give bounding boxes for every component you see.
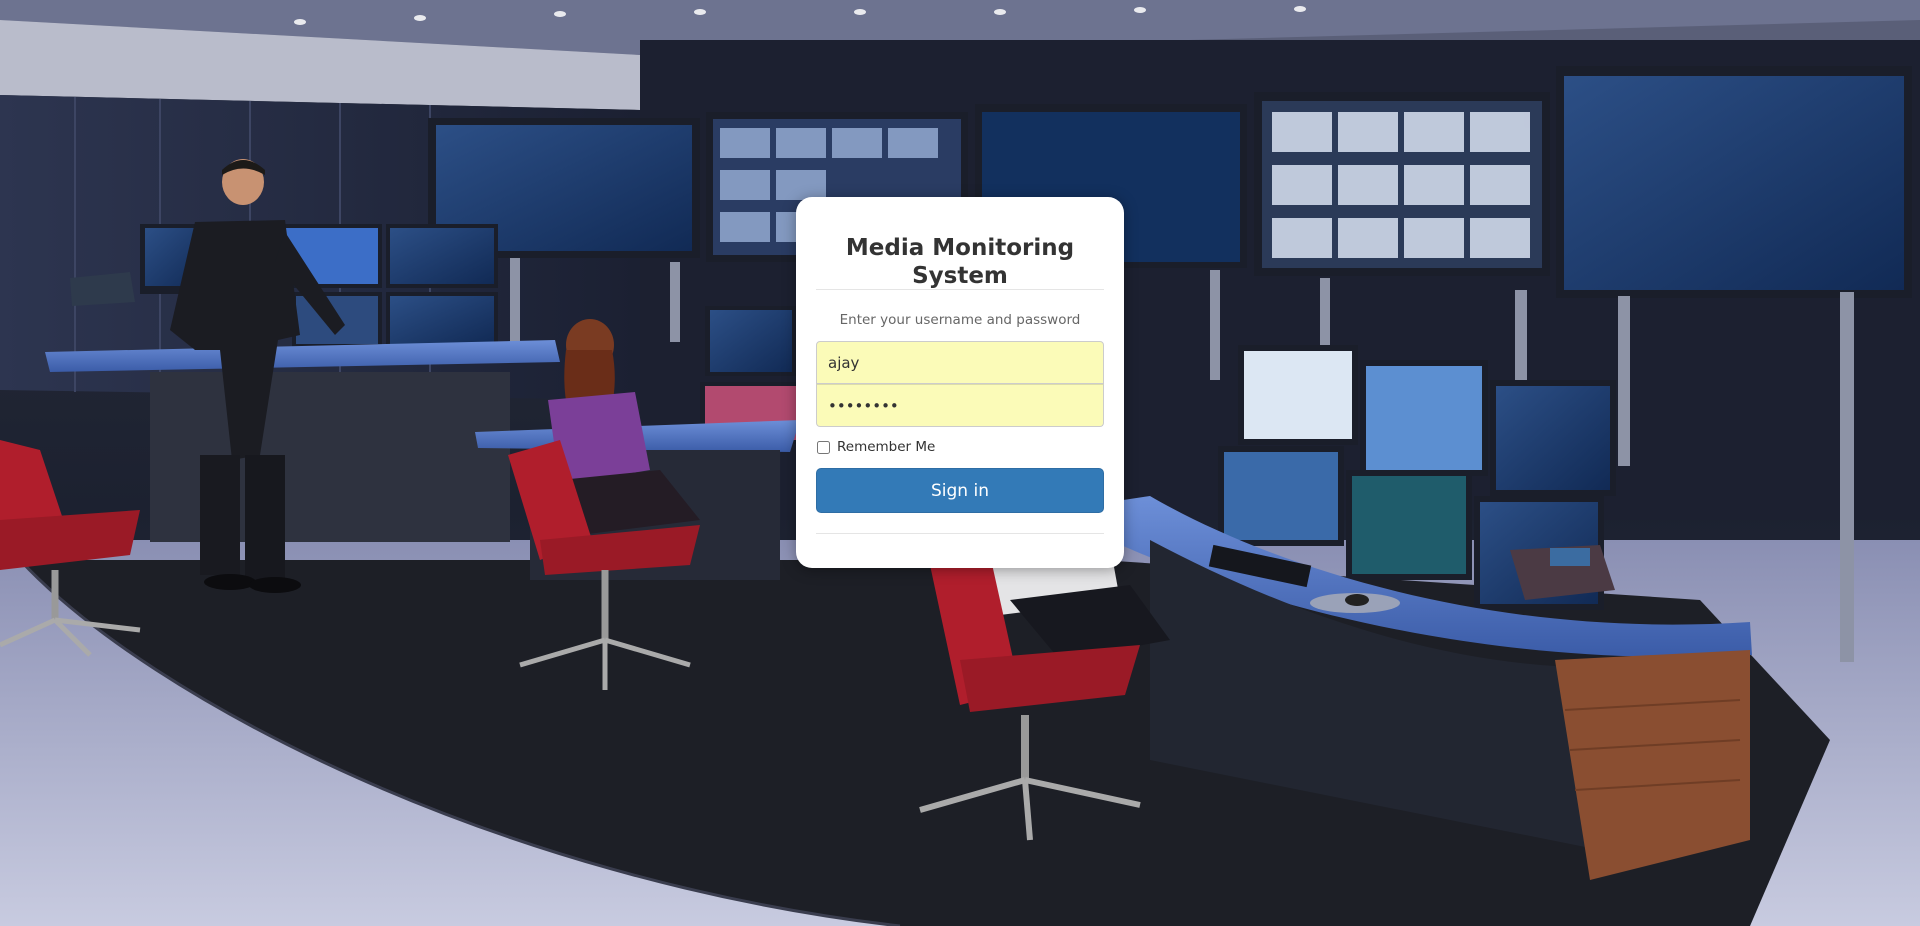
sign-in-button[interactable]: Sign in (816, 468, 1104, 513)
credentials-group (816, 341, 1104, 427)
username-input[interactable] (816, 341, 1104, 384)
login-subtitle: Enter your username and password (839, 312, 1081, 328)
login-title: Media Monitoring System (845, 235, 1075, 289)
login-card: Media Monitoring System Enter your usern… (796, 197, 1124, 568)
remember-me-label[interactable]: Remember Me (837, 439, 935, 455)
remember-me-checkbox[interactable] (817, 440, 830, 454)
bottom-divider (816, 533, 1104, 534)
remember-me-row: Remember Me (816, 438, 1104, 456)
password-input[interactable] (816, 384, 1104, 427)
